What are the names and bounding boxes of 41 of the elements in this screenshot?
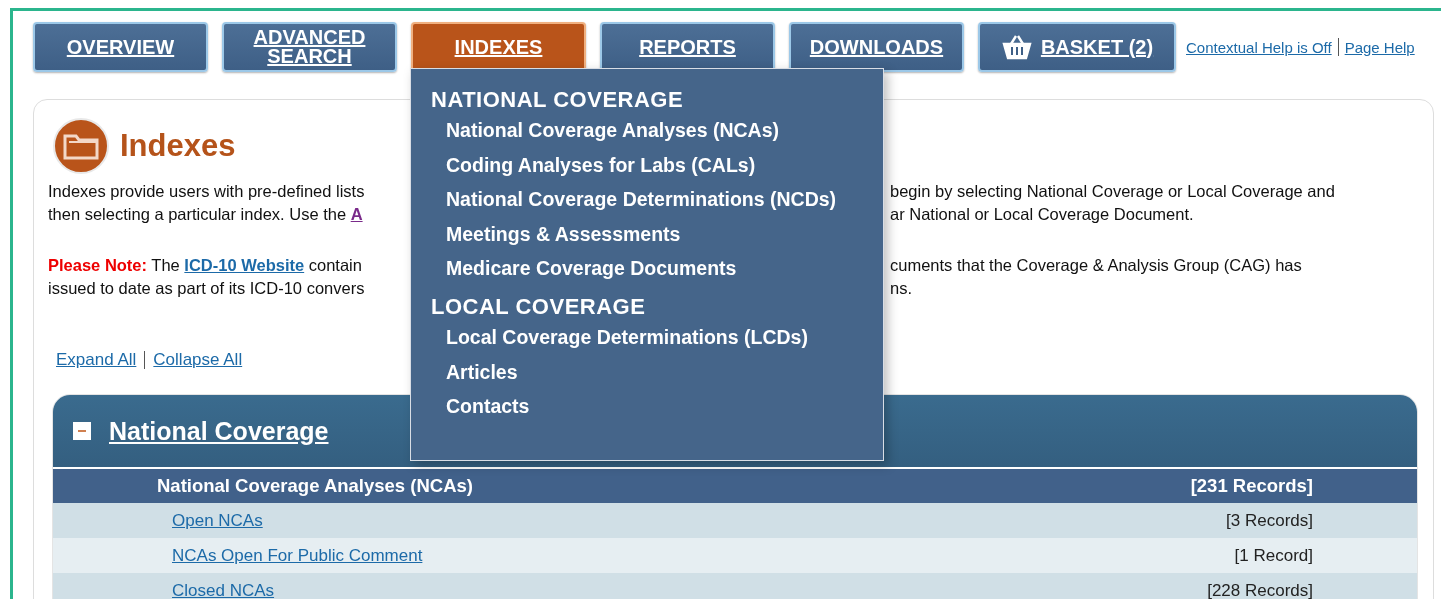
menu-item[interactable]: Coding Analyses for Labs (CALs) [446, 153, 756, 176]
nav-tab[interactable]: ADVANCED SEARCH [222, 22, 397, 72]
record-count: [228 Records] [1207, 580, 1313, 599]
paragraph-text: Please Note: The ICD-10 Website contain [48, 255, 362, 276]
menu-item[interactable]: National Coverage Determinations (NCDs) [446, 188, 837, 211]
section-title[interactable]: National Coverage [109, 416, 329, 446]
basket-icon [1000, 34, 1033, 60]
index-link[interactable]: Closed NCAs [172, 580, 275, 599]
paragraph-text: then selecting a particular index. Use the A [48, 204, 363, 225]
group-heading: National Coverage Analyses (NCAs) [157, 475, 473, 497]
text-link[interactable]: A [350, 205, 363, 223]
record-count: [3 Records] [1226, 510, 1313, 531]
nav-tab[interactable]: OVERVIEW [33, 22, 208, 72]
record-count: [231 Records] [1190, 475, 1313, 497]
help-link[interactable]: Page Help [1344, 38, 1415, 56]
menu-heading: NATIONAL COVERAGE [431, 87, 685, 113]
paragraph-text: issued to date as part of its ICD-10 convers [48, 278, 365, 299]
nav-tab[interactable]: BASKET (2) [978, 22, 1176, 72]
record-count: [1 Record] [1234, 545, 1313, 566]
index-link[interactable]: Open NCAs [172, 510, 263, 531]
paragraph-text: cuments that the Coverage & Analysis Group (CAG) has [890, 255, 1302, 276]
collapse-icon[interactable] [73, 422, 91, 440]
paragraph-text: ns. [890, 278, 912, 299]
paragraph-text: Indexes provide users with pre-defined lists [48, 181, 365, 202]
toggle-link[interactable]: Collapse All [153, 350, 243, 370]
menu-item[interactable]: National Coverage Analyses (NCAs) [446, 119, 780, 141]
help-link[interactable]: Contextual Help is Off [1186, 38, 1332, 56]
menu-item[interactable]: Articles [446, 360, 518, 383]
toggle-link[interactable]: Expand All [56, 350, 137, 370]
paragraph-text: ar National or Local Coverage Document. [890, 204, 1194, 225]
menu-item[interactable]: Local Coverage Determinations (LCDs) [446, 325, 808, 348]
paragraph-text: begin by selecting National Coverage or Local Coverage and [890, 181, 1335, 202]
menu-item[interactable]: Contacts [446, 395, 530, 418]
menu-item[interactable]: Medicare Coverage Documents [446, 257, 737, 280]
page-title: Indexes [120, 128, 236, 164]
index-link[interactable]: NCAs Open For Public Comment [172, 545, 423, 566]
folder-icon [50, 118, 112, 174]
website-link[interactable]: ICD-10 Website [184, 256, 305, 274]
menu-item[interactable]: Meetings & Assessments [446, 222, 681, 245]
menu-heading: LOCAL COVERAGE [431, 293, 647, 320]
nav-tab[interactable]: DOWNLOADS [789, 22, 964, 72]
